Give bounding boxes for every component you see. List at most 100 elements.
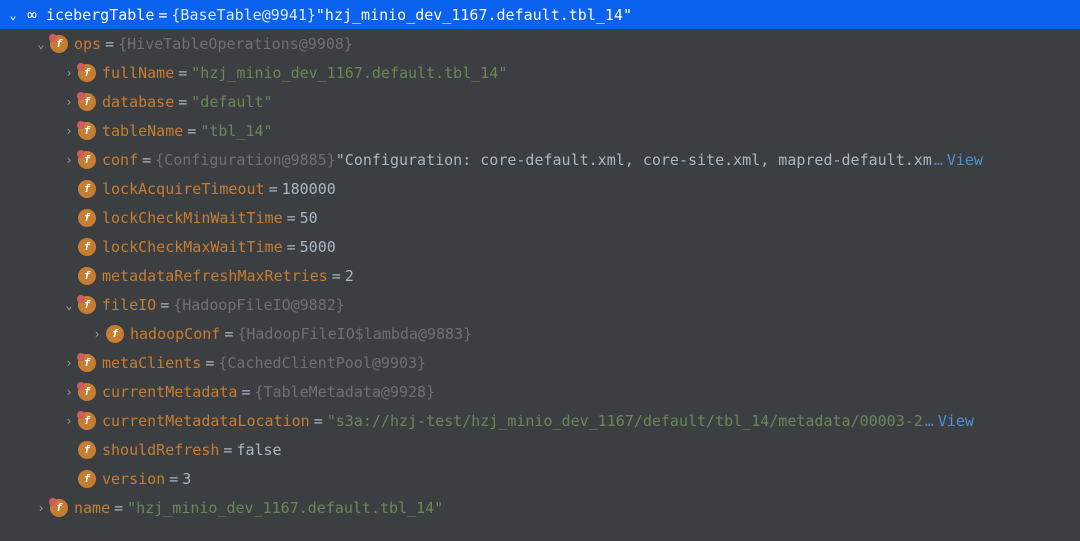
- object-reference: {HiveTableOperations@9908}: [118, 35, 353, 53]
- field-icon: f: [78, 267, 96, 285]
- equals-sign: =: [105, 35, 114, 53]
- view-link[interactable]: View: [947, 151, 983, 169]
- field-icon: f: [78, 151, 96, 169]
- tree-node-metaClients[interactable]: ›f metaClients={CachedClientPool@9903}: [0, 348, 1080, 377]
- tree-node-database[interactable]: ›f database="default": [0, 87, 1080, 116]
- collapse-icon[interactable]: ›: [60, 66, 78, 80]
- equals-sign: =: [205, 354, 214, 372]
- tree-node-lockAcquireTimeout[interactable]: f lockAcquireTimeout=180000: [0, 174, 1080, 203]
- field-icon: f: [78, 383, 96, 401]
- object-reference: {Configuration@9885}: [155, 151, 336, 169]
- variable-name: lockAcquireTimeout: [102, 180, 265, 198]
- variable-value: 5000: [300, 238, 336, 256]
- object-reference: {CachedClientPool@9903}: [218, 354, 426, 372]
- variable-name: icebergTable: [46, 6, 154, 24]
- variable-name: database: [102, 93, 174, 111]
- tree-node-metadataRefreshMaxRetries[interactable]: f metadataRefreshMaxRetries=2: [0, 261, 1080, 290]
- variable-name: lockCheckMinWaitTime: [102, 209, 283, 227]
- expand-icon[interactable]: ⌄: [60, 298, 78, 312]
- variable-value: "s3a://hzj-test/hzj_minio_dev_1167/defau…: [327, 412, 923, 430]
- tree-node-tableName[interactable]: ›f tableName="tbl_14": [0, 116, 1080, 145]
- field-icon: f: [78, 180, 96, 198]
- collapse-icon[interactable]: ›: [60, 153, 78, 167]
- variable-name: name: [74, 499, 110, 517]
- variable-value: "hzj_minio_dev_1167.default.tbl_14": [191, 64, 507, 82]
- field-icon: f: [78, 441, 96, 459]
- tree-node-ops[interactable]: ⌄fops={HiveTableOperations@9908}: [0, 29, 1080, 58]
- ellipsis-icon: …: [934, 151, 943, 169]
- field-icon: f: [78, 209, 96, 227]
- variable-name: version: [102, 470, 165, 488]
- variable-name: metaClients: [102, 354, 201, 372]
- expand-icon[interactable]: ⌄: [32, 37, 50, 51]
- variable-name: lockCheckMaxWaitTime: [102, 238, 283, 256]
- object-reference: {BaseTable@9941}: [171, 6, 316, 24]
- variable-value: "hzj_minio_dev_1167.default.tbl_14": [316, 6, 632, 24]
- tree-node-fileIO[interactable]: ⌄ffileIO={HadoopFileIO@9882}: [0, 290, 1080, 319]
- variable-value: 2: [345, 267, 354, 285]
- infinity-icon: ∞: [22, 5, 42, 24]
- field-icon: f: [78, 64, 96, 82]
- collapse-icon[interactable]: ›: [60, 95, 78, 109]
- tree-node-currentMetadata[interactable]: ›f currentMetadata= {TableMetadata@9928}: [0, 377, 1080, 406]
- field-icon: f: [78, 354, 96, 372]
- tree-node-currentMetadataLocation[interactable]: ›f currentMetadataLocation="s3a://hzj-tes…: [0, 406, 1080, 435]
- field-icon: f: [78, 296, 96, 314]
- field-icon: f: [78, 412, 96, 430]
- equals-sign: =: [269, 180, 278, 198]
- field-icon: f: [78, 122, 96, 140]
- collapse-icon[interactable]: ›: [60, 385, 78, 399]
- equals-sign: =: [224, 325, 233, 343]
- variable-name: tableName: [102, 122, 183, 140]
- view-link[interactable]: View: [938, 412, 974, 430]
- ellipsis-icon: …: [925, 412, 934, 430]
- variable-value: "tbl_14": [200, 122, 272, 140]
- equals-sign: =: [241, 383, 250, 401]
- variable-name: metadataRefreshMaxRetries: [102, 267, 328, 285]
- debugger-variable-tree[interactable]: ⌄∞icebergTable={BaseTable@9941} "hzj_min…: [0, 0, 1080, 522]
- variable-name: fullName: [102, 64, 174, 82]
- tree-node-shouldRefresh[interactable]: fshouldRefresh=false: [0, 435, 1080, 464]
- tree-node-conf[interactable]: ›fconf={Configuration@9885} "Configurati…: [0, 145, 1080, 174]
- object-reference: {TableMetadata@9928}: [255, 383, 436, 401]
- field-icon: f: [106, 325, 124, 343]
- field-icon: f: [78, 93, 96, 111]
- tree-node-version[interactable]: fversion=3: [0, 464, 1080, 493]
- variable-value: 180000: [282, 180, 336, 198]
- variable-name: fileIO: [102, 296, 156, 314]
- field-icon: f: [50, 499, 68, 517]
- collapse-icon[interactable]: ›: [88, 327, 106, 341]
- collapse-icon[interactable]: ›: [60, 414, 78, 428]
- equals-sign: =: [169, 470, 178, 488]
- field-icon: f: [78, 470, 96, 488]
- variable-name: currentMetadataLocation: [102, 412, 310, 430]
- equals-sign: =: [287, 238, 296, 256]
- equals-sign: =: [178, 64, 187, 82]
- equals-sign: =: [332, 267, 341, 285]
- equals-sign: =: [187, 122, 196, 140]
- field-icon: f: [78, 238, 96, 256]
- variable-value: 50: [300, 209, 318, 227]
- tree-node-name[interactable]: ›fname="hzj_minio_dev_1167.default.tbl_1…: [0, 493, 1080, 522]
- variable-value: "default": [191, 93, 272, 111]
- tree-node-icebergTable[interactable]: ⌄∞icebergTable={BaseTable@9941} "hzj_min…: [0, 0, 1080, 29]
- tree-node-lockCheckMaxWaitTime[interactable]: f lockCheckMaxWaitTime=5000: [0, 232, 1080, 261]
- equals-sign: =: [314, 412, 323, 430]
- variable-value: "hzj_minio_dev_1167.default.tbl_14": [127, 499, 443, 517]
- equals-sign: =: [287, 209, 296, 227]
- variable-value: false: [236, 441, 281, 459]
- variable-name: currentMetadata: [102, 383, 237, 401]
- variable-value: "Configuration: core-default.xml, core-s…: [336, 151, 932, 169]
- collapse-icon[interactable]: ›: [32, 501, 50, 515]
- tree-node-lockCheckMinWaitTime[interactable]: f lockCheckMinWaitTime=50: [0, 203, 1080, 232]
- equals-sign: =: [158, 6, 167, 24]
- equals-sign: =: [114, 499, 123, 517]
- expand-icon[interactable]: ⌄: [4, 8, 22, 22]
- collapse-icon[interactable]: ›: [60, 356, 78, 370]
- tree-node-fullName[interactable]: ›f fullName="hzj_minio_dev_1167.default.t…: [0, 58, 1080, 87]
- object-reference: {HadoopFileIO$lambda@9883}: [237, 325, 472, 343]
- collapse-icon[interactable]: ›: [60, 124, 78, 138]
- variable-name: conf: [102, 151, 138, 169]
- equals-sign: =: [178, 93, 187, 111]
- tree-node-hadoopConf[interactable]: ›fhadoopConf={HadoopFileIO$lambda@9883}: [0, 319, 1080, 348]
